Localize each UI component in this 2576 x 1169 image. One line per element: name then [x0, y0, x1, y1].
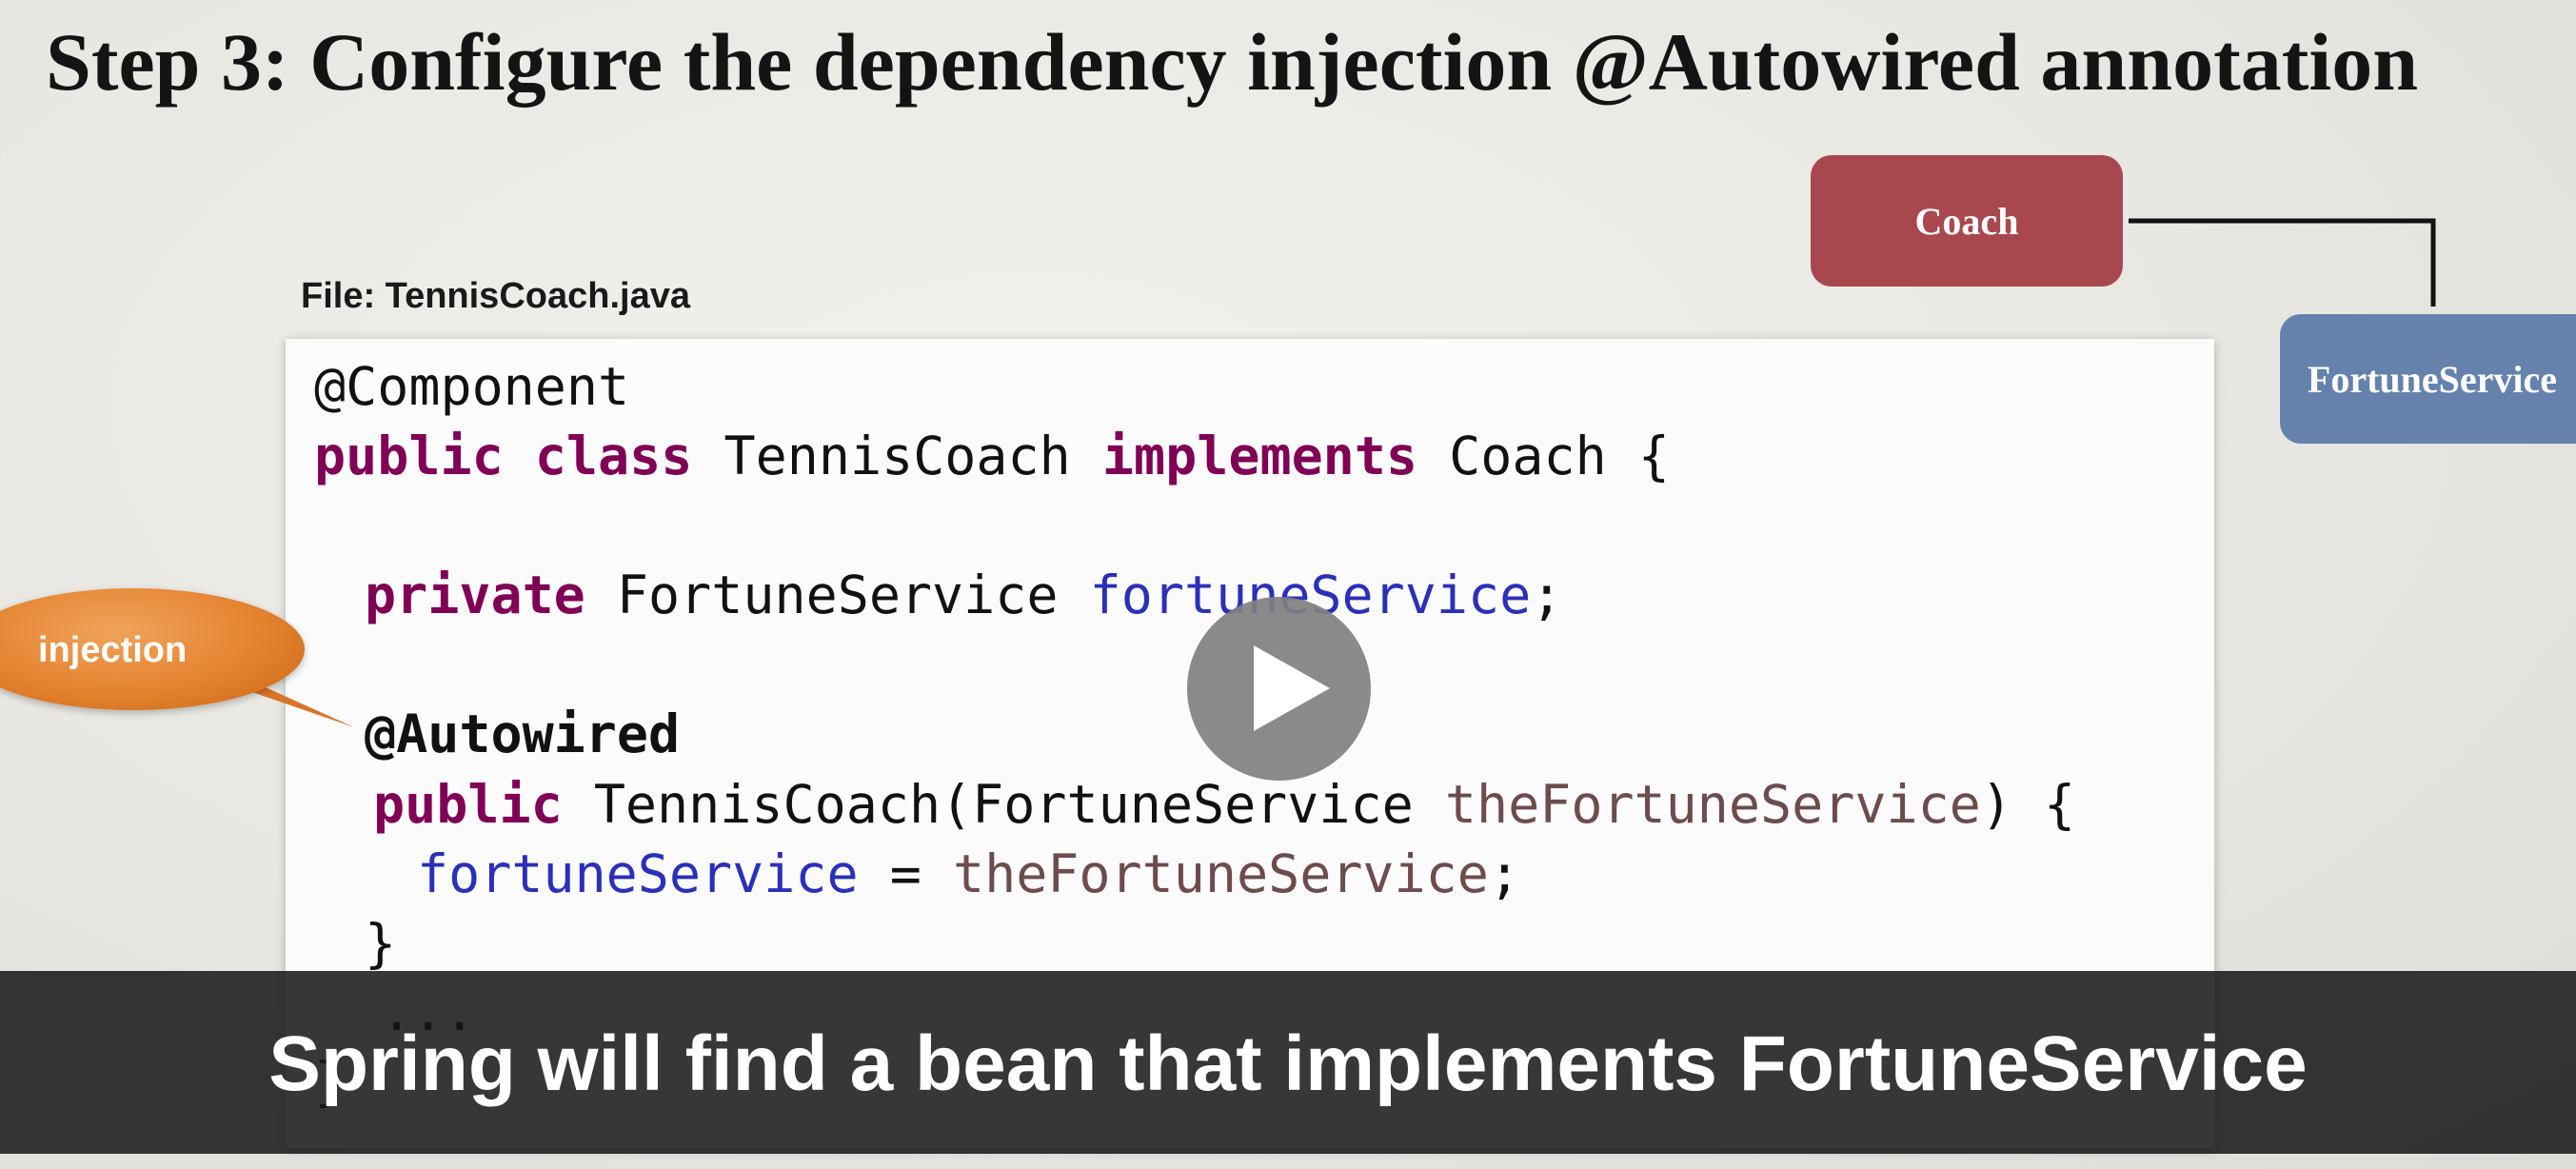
injection-callout-label: injection [38, 630, 188, 670]
play-button[interactable] [1187, 597, 1371, 781]
subtitle-text: Spring will find a bean that implements … [268, 1020, 2308, 1107]
play-icon [1254, 645, 1330, 731]
